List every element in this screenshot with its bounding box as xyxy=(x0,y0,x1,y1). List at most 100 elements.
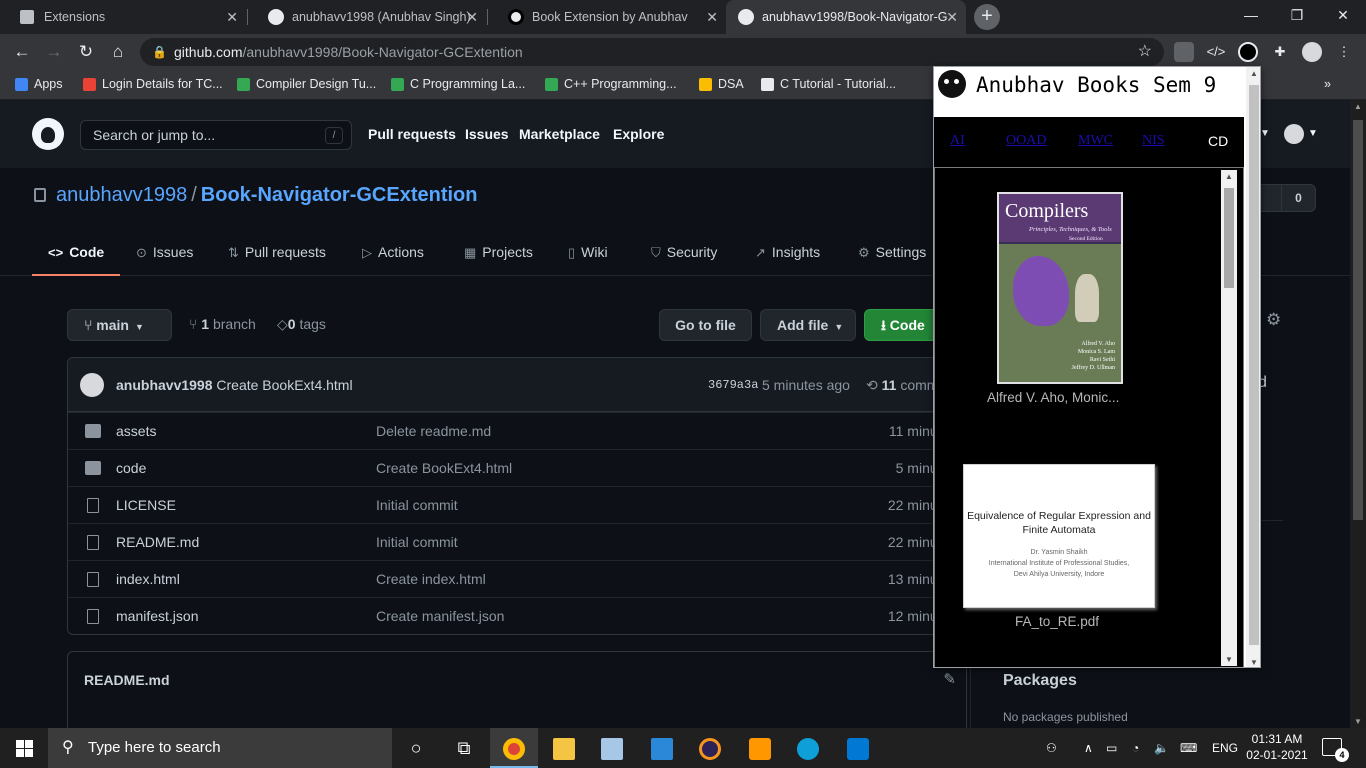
chrome-taskbar-icon[interactable] xyxy=(490,728,538,768)
file-commit-message[interactable]: Initial commit xyxy=(376,487,458,524)
popup-scrollbar[interactable]: ▲ ▼ xyxy=(1246,67,1260,667)
gear-icon[interactable]: ⚙ xyxy=(1266,310,1281,330)
branches-link[interactable]: ⑂ 1 branch xyxy=(189,316,256,332)
scroll-down-icon[interactable]: ▼ xyxy=(1221,655,1237,664)
commit-author[interactable]: anubhavv1998 xyxy=(116,377,213,393)
keyboard-icon[interactable]: ⌨ xyxy=(1180,728,1197,768)
scroll-down-icon[interactable]: ▼ xyxy=(1350,717,1366,726)
chevron-down-icon[interactable]: ▼ xyxy=(1308,124,1318,144)
bookmark-item[interactable]: C Programming La... xyxy=(388,70,525,98)
book-caption[interactable]: FA_to_RE.pdf xyxy=(1015,614,1099,629)
commits-link[interactable]: ⟲ 11 comm xyxy=(866,377,938,394)
subject-link-nis[interactable]: NIS xyxy=(1142,133,1165,149)
bookmark-star-icon[interactable]: ☆ xyxy=(1138,38,1152,66)
restore-button[interactable]: ❐ xyxy=(1274,0,1320,30)
file-name-link[interactable]: index.html xyxy=(116,561,180,598)
vscode-taskbar-icon[interactable] xyxy=(834,728,882,768)
wifi-icon[interactable]: ◔ xyxy=(1132,728,1139,768)
tab-wiki[interactable]: ▯ Wiki xyxy=(568,230,608,276)
extension-icon-1[interactable] xyxy=(1174,42,1194,62)
book-cover-compilers[interactable]: Compilers Principles, Techniques, & Tool… xyxy=(997,192,1123,384)
file-name-link[interactable]: README.md xyxy=(116,524,199,561)
file-name-link[interactable]: code xyxy=(116,450,146,487)
tab-profile[interactable]: anubhavv1998 (Anubhav Singh) ✕ xyxy=(248,0,486,34)
notepad-taskbar-icon[interactable] xyxy=(588,728,636,768)
tab-book-extension[interactable]: Book Extension by Anubhav ✕ xyxy=(488,0,726,34)
repo-name-link[interactable]: Book-Navigator-GCExtention xyxy=(201,184,478,206)
add-file-button[interactable]: Add file ▼ xyxy=(760,309,856,341)
edge-taskbar-icon[interactable] xyxy=(784,728,832,768)
home-button[interactable]: ⌂ xyxy=(106,40,130,64)
tray-expand-icon[interactable]: ∧ xyxy=(1084,728,1093,768)
tab-settings[interactable]: ⚙ Settings xyxy=(858,230,926,276)
tab-projects[interactable]: ▦ Projects xyxy=(464,230,533,276)
packages-heading[interactable]: Packages xyxy=(1003,672,1077,690)
notification-center-icon[interactable]: 4 xyxy=(1322,738,1349,762)
page-scrollbar[interactable]: ▲ ▼ xyxy=(1350,100,1366,728)
file-commit-message[interactable]: Create manifest.json xyxy=(376,598,504,635)
reload-button[interactable]: ↻ xyxy=(74,40,98,64)
tags-link[interactable]: ◇0 tags xyxy=(277,316,326,333)
book-cover-fa-to-re[interactable]: Equivalence of Regular Expression and Fi… xyxy=(963,464,1155,608)
minimize-button[interactable]: — xyxy=(1228,0,1274,30)
bookmark-item[interactable]: Compiler Design Tu... xyxy=(234,70,376,98)
task-view-icon[interactable]: ⧉ xyxy=(440,728,488,768)
scroll-up-icon[interactable]: ▲ xyxy=(1246,69,1260,78)
language-indicator[interactable]: ENG xyxy=(1212,728,1238,768)
github-search-input[interactable]: Search or jump to... / xyxy=(80,120,352,150)
github-logo-icon[interactable] xyxy=(32,118,64,150)
file-commit-message[interactable]: Create index.html xyxy=(376,561,486,598)
close-icon[interactable]: ✕ xyxy=(706,0,718,34)
subject-link-mwc[interactable]: MWC xyxy=(1078,133,1113,149)
cortana-icon[interactable]: ○ xyxy=(392,728,440,768)
scroll-down-icon[interactable]: ▼ xyxy=(1246,658,1260,667)
table-row[interactable]: README.md Initial commit 22 minutes a xyxy=(68,523,968,560)
bookmark-item[interactable]: C Tutorial - Tutorial... xyxy=(758,70,896,98)
table-row[interactable]: code Create BookExt4.html 5 minutes a xyxy=(68,449,968,486)
book-extension-icon[interactable] xyxy=(1238,42,1258,62)
mail-taskbar-icon[interactable] xyxy=(638,728,686,768)
avatar[interactable] xyxy=(80,373,104,397)
taskbar-clock[interactable]: 01:31 AM 02-01-2021 xyxy=(1244,731,1310,763)
tab-extensions[interactable]: Extensions ✕ xyxy=(0,0,246,34)
branch-select-button[interactable]: ⑂ main ▼ xyxy=(67,309,172,341)
file-name-link[interactable]: manifest.json xyxy=(116,598,198,635)
scrollbar-thumb[interactable] xyxy=(1249,85,1259,645)
power-plug-icon[interactable]: ▭ xyxy=(1106,728,1117,768)
tab-insights[interactable]: ↗ Insights xyxy=(755,230,820,276)
commit-message[interactable]: Create BookExt4.html xyxy=(216,377,352,393)
profile-avatar[interactable] xyxy=(1302,42,1322,62)
bookmark-item[interactable]: Login Details for TC... xyxy=(80,70,223,98)
address-bar[interactable]: 🔒 github.com/anubhavv1998/Book-Navigator… xyxy=(140,38,1164,66)
subject-link-cd[interactable]: CD xyxy=(1208,133,1228,149)
file-commit-message[interactable]: Initial commit xyxy=(376,524,458,561)
bookmark-item[interactable]: C++ Programming... xyxy=(542,70,677,98)
file-commit-message[interactable]: Create BookExt4.html xyxy=(376,450,512,487)
nav-marketplace[interactable]: Marketplace xyxy=(519,100,600,168)
bookmarks-overflow-button[interactable]: » xyxy=(1324,70,1331,98)
tab-pull-requests[interactable]: ⇅ Pull requests xyxy=(228,230,326,276)
file-explorer-icon[interactable] xyxy=(540,728,588,768)
windows-start-icon[interactable] xyxy=(16,740,33,757)
scrollbar-thumb[interactable] xyxy=(1224,188,1234,288)
bookmark-item[interactable]: DSA xyxy=(696,70,744,98)
tab-security[interactable]: ⛉ Security xyxy=(651,230,717,276)
code-extension-icon[interactable]: </> xyxy=(1206,42,1226,62)
table-row[interactable]: LICENSE Initial commit 22 minutes a xyxy=(68,486,968,523)
people-icon[interactable]: ⚇ xyxy=(1046,728,1057,768)
file-name-link[interactable]: LICENSE xyxy=(116,487,176,524)
subject-link-ai[interactable]: AI xyxy=(950,133,965,149)
table-row[interactable]: index.html Create index.html 13 minutes a xyxy=(68,560,968,597)
repo-owner-link[interactable]: anubhavv1998 xyxy=(56,184,187,206)
scroll-up-icon[interactable]: ▲ xyxy=(1350,102,1366,111)
new-tab-button[interactable]: + xyxy=(974,4,1000,30)
sublime-taskbar-icon[interactable] xyxy=(736,728,784,768)
tab-issues[interactable]: ⊙ Issues xyxy=(136,230,193,276)
nav-pull-requests[interactable]: Pull requests xyxy=(368,100,456,168)
file-commit-message[interactable]: Delete readme.md xyxy=(376,413,491,450)
forward-button[interactable]: → xyxy=(42,40,66,64)
scrollbar-thumb[interactable] xyxy=(1353,120,1363,520)
menu-kebab-icon[interactable]: ⋮ xyxy=(1334,42,1354,62)
chevron-down-icon[interactable]: ▼ xyxy=(1260,124,1270,144)
book-caption[interactable]: Alfred V. Aho, Monic... xyxy=(987,390,1119,405)
